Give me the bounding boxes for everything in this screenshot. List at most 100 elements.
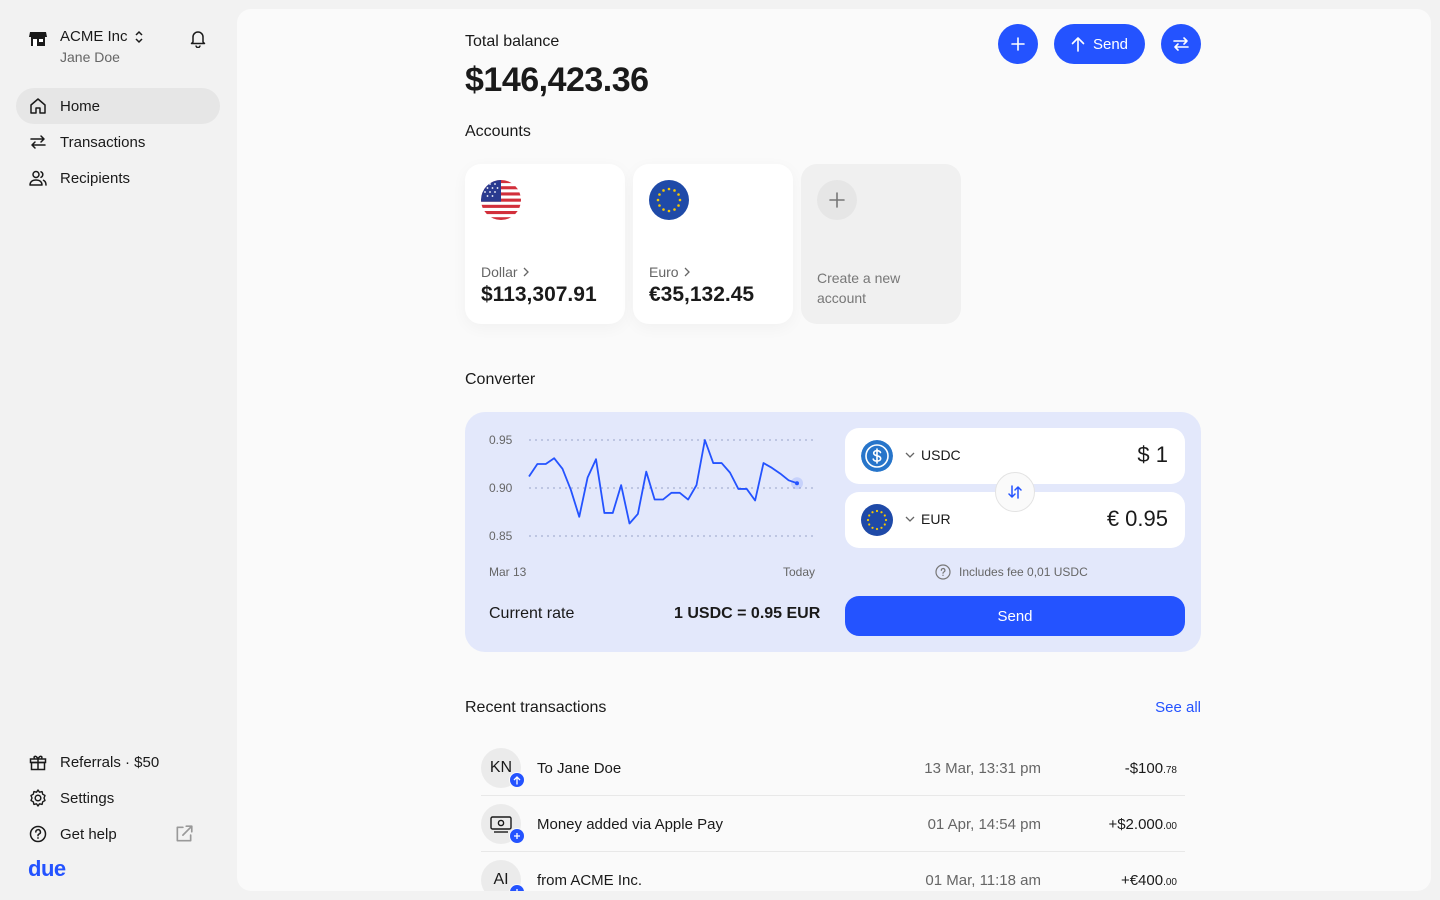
transaction-amount-cents: .78 (1163, 765, 1177, 776)
exchange-button[interactable] (1161, 24, 1201, 64)
sidebar: ACME Inc Jane Doe Home Transactions Reci… (0, 0, 236, 900)
current-rate-value: 1 USDC = 0.95 EUR (674, 605, 821, 622)
home-icon (30, 98, 46, 114)
nav-label-get-help: Get help (60, 825, 117, 843)
transaction-date: 01 Apr, 14:54 pm (927, 816, 1041, 833)
chevron-updown-icon (134, 30, 143, 43)
chart-x-start-label: Mar 13 (489, 565, 527, 579)
to-amount[interactable]: € 0.95 (1107, 506, 1168, 532)
see-all-link[interactable]: See all (1155, 699, 1201, 716)
from-amount[interactable]: $ 1 (1137, 442, 1168, 468)
converter-panel: 0.95 0.90 0.85 Mar 13 Today Current rate 1 U… (465, 412, 1201, 652)
bell-icon[interactable] (188, 28, 208, 48)
external-link-icon (176, 825, 193, 842)
swap-currencies-button[interactable] (995, 472, 1035, 512)
plus-icon (829, 192, 845, 208)
chart-y-tick-label: 0.95 (489, 433, 513, 447)
transaction-row[interactable]: KN To Jane Doe 13 Mar, 13:31 pm -$100.78 (481, 740, 1185, 796)
cash-icon (490, 816, 512, 833)
accounts-list: Dollar $113,307.91 Euro €35,132.45 Creat… (465, 164, 969, 324)
nav-item-referrals[interactable]: Referrals · $50 (16, 744, 220, 780)
eu-flag-icon (861, 504, 893, 536)
usdc-icon (861, 440, 893, 472)
transaction-amount: -$100 (1124, 760, 1164, 777)
chart-x-end-label: Today (783, 565, 815, 579)
total-balance-value: $146,423.36 (465, 61, 649, 99)
recent-transactions-title: Recent transactions (465, 699, 607, 716)
transaction-date: 13 Mar, 13:31 pm (924, 760, 1041, 777)
chart-y-tick-label: 0.90 (489, 481, 513, 495)
nav-label-referrals: Referrals · $50 (60, 753, 160, 771)
transaction-description: from ACME Inc. (537, 872, 643, 889)
converter-send-button[interactable]: Send (845, 596, 1185, 636)
account-amount-dollar: $113,307.91 (481, 283, 597, 306)
chevron-down-icon[interactable] (905, 452, 915, 458)
chart-series-line (528, 439, 798, 525)
create-account-label: Create a new account (817, 270, 901, 306)
gear-icon (30, 789, 46, 807)
nav-item-recipients[interactable]: Recipients (16, 160, 220, 196)
nav-item-settings[interactable]: Settings (16, 780, 220, 816)
plus-icon (1011, 37, 1025, 51)
nav-item-get-help[interactable]: Get help (16, 816, 220, 852)
exchange-arrows-icon (1173, 37, 1189, 51)
accounts-title: Accounts (465, 123, 531, 140)
send-button-label: Send (1092, 35, 1129, 53)
transaction-amount: +$2.000 (1108, 816, 1164, 833)
main-nav: Home Transactions Recipients (16, 88, 220, 196)
nav-item-transactions[interactable]: Transactions (16, 124, 220, 160)
transaction-amount-cents: .00 (1163, 877, 1177, 888)
to-currency-code: EUR (921, 511, 951, 527)
sidebar-bottom-nav: Referrals · $50 Settings Get help (16, 744, 220, 852)
transaction-date: 01 Mar, 11:18 am (925, 872, 1041, 889)
converter-title: Converter (465, 371, 536, 388)
arrow-up-icon (513, 775, 521, 784)
header-actions: Send (998, 24, 1201, 64)
current-rate-label: Current rate (489, 605, 575, 622)
transaction-amount-cents: .00 (1163, 821, 1177, 832)
transaction-amount: +€400 (1120, 872, 1164, 889)
transfer-arrows-icon (30, 135, 46, 149)
transaction-description: Money added via Apple Pay (537, 816, 723, 833)
converter-send-label: Send (997, 607, 1033, 625)
account-card-euro[interactable]: Euro €35,132.45 (633, 164, 793, 324)
help-icon (29, 825, 47, 843)
eu-flag-icon (649, 180, 689, 220)
create-account-card[interactable]: Create a new account (801, 164, 961, 324)
chevron-right-icon (523, 267, 529, 277)
us-flag-icon (481, 180, 521, 220)
nav-label-transactions: Transactions (60, 133, 146, 151)
rate-chart: 0.95 0.90 0.85 Mar 13 Today (489, 433, 817, 579)
nav-label-recipients: Recipients (60, 169, 131, 187)
add-funds-button[interactable] (998, 24, 1038, 64)
nav-item-home[interactable]: Home (16, 88, 220, 124)
chart-last-point (795, 481, 799, 486)
org-name: ACME Inc (60, 28, 128, 45)
chart-y-tick-label: 0.85 (489, 529, 513, 543)
plus-icon (516, 889, 518, 891)
account-name-dollar: Dollar (481, 264, 518, 280)
send-button[interactable]: Send (1054, 24, 1145, 64)
nav-label-settings: Settings (60, 789, 115, 807)
people-icon (29, 170, 47, 186)
swap-vertical-icon (1008, 485, 1022, 499)
account-card-dollar[interactable]: Dollar $113,307.91 (465, 164, 625, 324)
plus-icon (514, 833, 520, 839)
total-balance-label: Total balance (465, 33, 560, 50)
main-panel: Total balance $146,423.36 Send Accounts (237, 9, 1431, 891)
help-icon[interactable] (935, 564, 951, 580)
user-name: Jane Doe (60, 49, 120, 65)
org-switcher[interactable]: ACME Inc Jane Doe (28, 28, 144, 65)
transactions-list: KN To Jane Doe 13 Mar, 13:31 pm -$100.78… (481, 740, 1185, 891)
transaction-row[interactable]: AI from ACME Inc. 01 Mar, 11:18 am +€400… (481, 852, 1185, 891)
transaction-description: To Jane Doe (537, 760, 622, 777)
fee-text: Includes fee 0,01 USDC (959, 565, 1088, 579)
store-icon (29, 32, 47, 46)
nav-label-home: Home (60, 97, 101, 115)
arrow-up-icon (1071, 37, 1085, 52)
chevron-right-icon (684, 267, 690, 277)
transaction-row[interactable]: Money added via Apple Pay 01 Apr, 14:54 … (481, 796, 1185, 852)
gift-icon (29, 755, 47, 771)
account-name-euro: Euro (649, 264, 679, 280)
chevron-down-icon[interactable] (905, 516, 915, 522)
